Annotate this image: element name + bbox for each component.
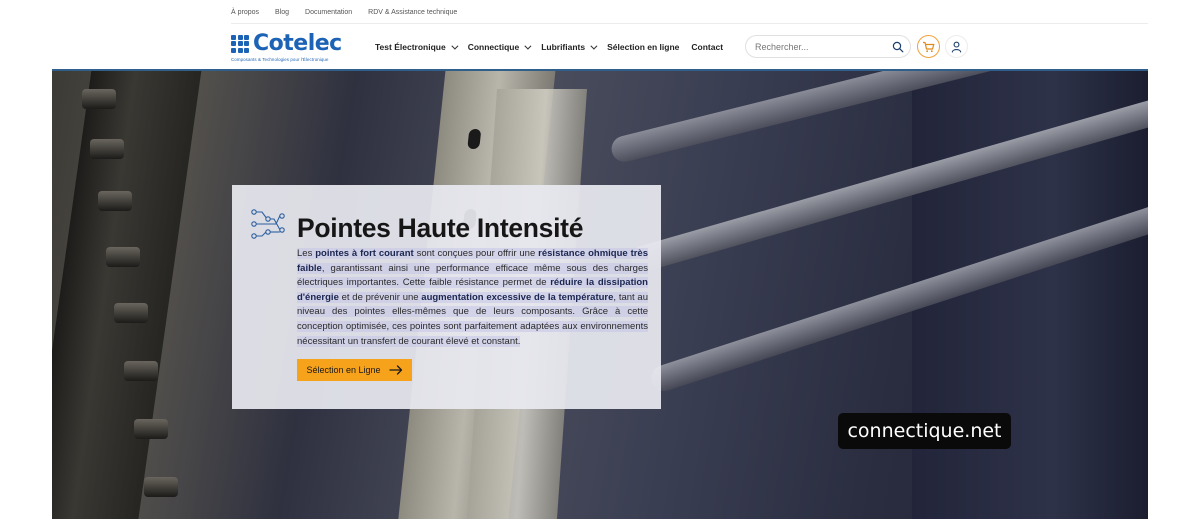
selection-en-ligne-button[interactable]: Sélection en Ligne [297, 359, 412, 381]
link-documentation[interactable]: Documentation [305, 9, 352, 16]
link-a-propos[interactable]: À propos [231, 9, 259, 16]
hero-description: Les pointes à fort courant sont conçues … [297, 247, 648, 349]
search-icon[interactable] [892, 41, 904, 53]
chevron-down-icon [451, 42, 459, 50]
arrow-right-icon [388, 365, 402, 375]
nav-selection-en-ligne[interactable]: Sélection en ligne [607, 42, 679, 52]
desc-strong: augmentation excessive de la température [421, 291, 614, 303]
nav-contact[interactable]: Contact [691, 42, 723, 52]
main-nav: Test Électronique Connectique Lubrifiant… [375, 42, 723, 52]
hero-banner: Pointes Haute Intensité Les pointes à fo… [52, 69, 1148, 519]
logo-grid-icon [231, 34, 249, 53]
hero-card: Pointes Haute Intensité Les pointes à fo… [232, 185, 661, 409]
desc-text: sont conçues pour offrir une [413, 248, 539, 259]
hero-top-border [52, 69, 1148, 71]
hero-background-connectors [52, 69, 202, 519]
nav-label: Sélection en ligne [607, 42, 680, 52]
topbar-divider [231, 23, 1148, 24]
link-rdv-assistance[interactable]: RDV & Assistance technique [368, 9, 457, 16]
nav-test-electronique[interactable]: Test Électronique [375, 42, 459, 52]
logo-wordmark: Cotelec [253, 30, 342, 56]
nav-lubrifiants[interactable]: Lubrifiants [541, 42, 598, 52]
logo-tagline: Composants & Technologies pour l'Électro… [231, 56, 329, 62]
cta-label: Sélection en Ligne [306, 365, 381, 375]
nav-label: Contact [691, 42, 724, 52]
chevron-down-icon [524, 42, 532, 50]
nav-label: Lubrifiants [541, 42, 586, 52]
cart-button[interactable] [917, 35, 940, 58]
nav-label: Test Électronique [375, 42, 446, 52]
site-logo[interactable]: Cotelec Composants & Technologies pour l… [231, 30, 359, 62]
account-button[interactable] [945, 35, 968, 58]
nav-label: Connectique [467, 42, 520, 52]
hero-title: Pointes Haute Intensité [297, 213, 584, 243]
main-header: Cotelec Composants & Technologies pour l… [231, 27, 971, 67]
chevron-down-icon [590, 42, 598, 50]
nav-connectique[interactable]: Connectique [467, 42, 532, 52]
link-blog[interactable]: Blog [275, 9, 289, 16]
utility-bar: À propos Blog Documentation RDV & Assist… [231, 0, 457, 24]
watermark-label: connectique.net [838, 413, 1011, 449]
search-box [745, 35, 911, 58]
desc-strong: pointes à fort courant [315, 248, 414, 259]
search-input[interactable] [755, 41, 885, 52]
desc-text: et de prévenir une [338, 291, 422, 303]
circuit-icon [251, 209, 285, 239]
desc-text: Les [297, 248, 316, 259]
user-icon [951, 41, 962, 53]
cart-icon [923, 41, 935, 52]
